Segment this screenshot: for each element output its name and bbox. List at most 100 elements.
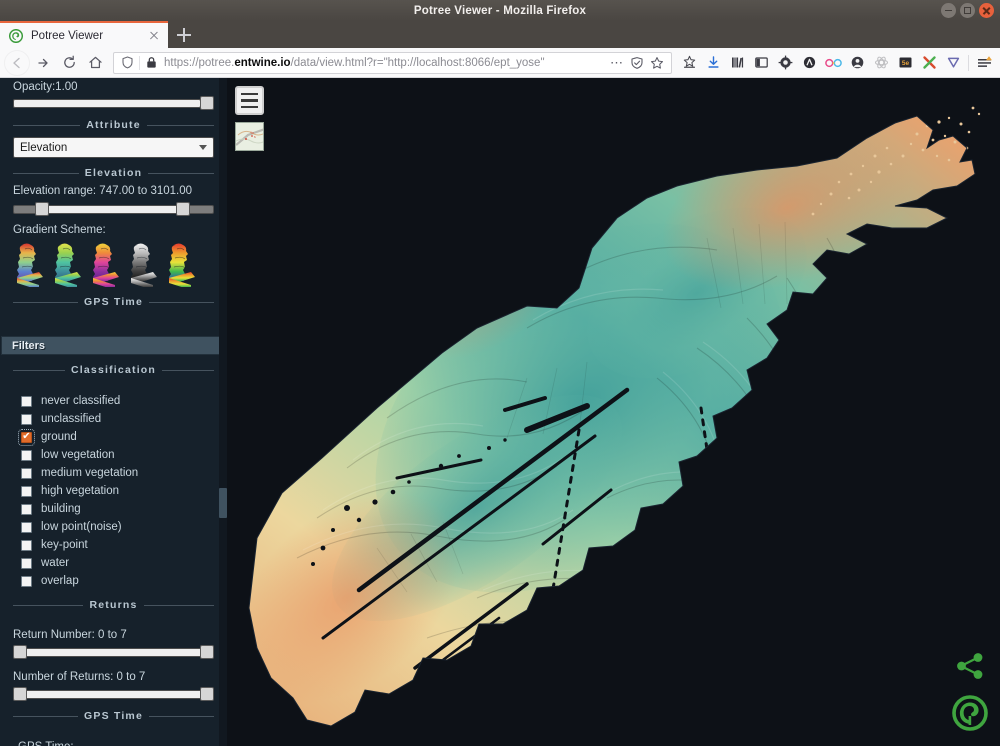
elevation-range-slider[interactable]	[13, 202, 214, 216]
number-of-returns-slider[interactable]	[13, 687, 214, 701]
new-tab-button[interactable]	[172, 24, 196, 46]
reader-view-icon[interactable]	[627, 56, 647, 70]
classification-legend-text: Classification	[70, 364, 157, 376]
classification-row-unclassified[interactable]: unclassified	[13, 410, 214, 428]
minimize-button[interactable]	[941, 3, 956, 18]
close-icon[interactable]	[146, 28, 162, 44]
extension-glasses-icon[interactable]	[821, 51, 845, 75]
potree-3d-viewport[interactable]: Yo s	[227, 78, 1000, 746]
classification-checkbox-3[interactable]	[21, 449, 32, 461]
classification-checkbox-2[interactable]	[18, 428, 35, 446]
classification-checkbox-7[interactable]	[21, 521, 32, 533]
elevation-point-cloud-render[interactable]	[227, 78, 1000, 746]
gradient-grayscale[interactable]	[127, 240, 159, 287]
classification-row-key-point[interactable]: key-point	[13, 536, 214, 554]
gradient-plasma[interactable]	[89, 240, 121, 287]
gps-time-section: GPS Time GPS Time: 2.000	[0, 710, 227, 746]
classification-checkbox-1[interactable]	[21, 413, 32, 425]
classification-checkbox-6[interactable]	[21, 503, 32, 515]
url-suffix: /data/view.html?r="http://localhost:8066…	[290, 56, 545, 69]
hamburger-menu-icon[interactable]	[972, 51, 996, 75]
classification-label-1: unclassified	[41, 413, 102, 425]
sidebar-icon[interactable]	[749, 51, 773, 75]
number-of-returns-knob-min[interactable]	[13, 687, 27, 701]
extension-gear-icon[interactable]	[773, 51, 797, 75]
classification-checkbox-10[interactable]	[21, 575, 32, 587]
elevation-slider-fill	[35, 205, 190, 214]
extension-circle-icon[interactable]	[797, 51, 821, 75]
library-icon[interactable]	[725, 51, 749, 75]
maximize-button[interactable]	[960, 3, 975, 18]
sidebar-toggle-button[interactable]	[235, 86, 264, 115]
lock-icon[interactable]	[143, 56, 159, 69]
classification-row-high-vegetation[interactable]: high vegetation	[13, 482, 214, 500]
pocket-icon[interactable]	[677, 51, 701, 75]
return-number-knob-max[interactable]	[200, 645, 214, 659]
potree-sidebar[interactable]: Opacity:1.00 Attribute Elevation Elevati…	[0, 78, 227, 746]
share-icon[interactable]	[955, 652, 985, 685]
downloads-icon[interactable]	[701, 51, 725, 75]
browser-tab-potree-viewer[interactable]: Potree Viewer	[0, 21, 168, 48]
back-button[interactable]	[4, 49, 30, 76]
opacity-slider-knob[interactable]	[200, 96, 214, 110]
account-icon[interactable]	[845, 51, 869, 75]
classification-row-low-point-noise-[interactable]: low point(noise)	[13, 518, 214, 536]
reload-button[interactable]	[56, 50, 82, 76]
url-bar[interactable]: https://potree.entwine.io/data/view.html…	[113, 51, 672, 74]
classification-legend: Classification	[13, 364, 215, 376]
sidebar-scrollbar-thumb[interactable]	[219, 488, 227, 518]
viewport-logos	[952, 652, 988, 736]
close-button[interactable]	[979, 3, 994, 18]
return-number-label: Return Number: 0 to 7	[13, 629, 127, 641]
classification-row-never-classified[interactable]: never classified	[13, 392, 214, 410]
classification-row-building[interactable]: building	[13, 500, 214, 518]
extension-x-icon[interactable]	[917, 51, 941, 75]
opacity-slider[interactable]	[13, 96, 214, 110]
return-number-slider[interactable]	[13, 645, 214, 659]
gps-time-legend-text: GPS Time	[84, 710, 144, 722]
extension-v-icon[interactable]	[941, 51, 965, 75]
extension-5e-icon[interactable]: 5e	[893, 51, 917, 75]
gradient-yellow-green[interactable]	[51, 240, 83, 287]
elevation-legend-text: Elevation	[84, 167, 143, 179]
classification-row-ground[interactable]: ground	[13, 428, 214, 446]
sidebar-scrollbar[interactable]	[219, 78, 227, 746]
classification-checkbox-9[interactable]	[21, 557, 32, 569]
page-actions-icon[interactable]: ⋯	[607, 55, 627, 71]
classification-checkbox-0[interactable]	[21, 395, 32, 407]
potree-logo[interactable]	[952, 695, 988, 736]
classification-row-overlap[interactable]: overlap	[13, 572, 214, 590]
bookmark-star-icon[interactable]	[647, 56, 667, 70]
url-text[interactable]: https://potree.entwine.io/data/view.html…	[164, 57, 607, 69]
gps-time-label: GPS Time:	[13, 741, 214, 746]
forward-button[interactable]	[30, 50, 56, 76]
gps-time-legend-top-text: GPS Time	[84, 296, 144, 308]
attribute-select[interactable]: Elevation	[13, 137, 214, 158]
classification-row-water[interactable]: water	[13, 554, 214, 572]
elevation-slider-knob-max[interactable]	[176, 202, 190, 216]
classification-checkbox-5[interactable]	[21, 485, 32, 497]
tab-strip: Potree Viewer	[0, 21, 1000, 48]
elevation-section: Elevation Elevation range: 747.00 to 310…	[0, 167, 227, 287]
map-thumbnail[interactable]: Yo s	[235, 122, 264, 151]
number-of-returns-knob-max[interactable]	[200, 687, 214, 701]
classification-row-low-vegetation[interactable]: low vegetation	[13, 446, 214, 464]
extension-faded-icon[interactable]	[869, 51, 893, 75]
toolbar-divider	[968, 54, 969, 71]
gradient-spectral[interactable]	[13, 240, 45, 287]
home-button[interactable]	[82, 50, 108, 76]
return-number-knob-min[interactable]	[13, 645, 27, 659]
elevation-slider-knob-min[interactable]	[35, 202, 49, 216]
gps-time-legend-top: GPS Time	[0, 296, 227, 308]
attribute-legend-text: Attribute	[86, 119, 141, 131]
gradient-rainbow[interactable]	[165, 240, 197, 287]
filters-accordion-header[interactable]: Filters	[1, 336, 226, 355]
extension-toolbar: 5e	[677, 51, 996, 75]
shield-icon[interactable]	[118, 56, 136, 69]
classification-checkbox-4[interactable]	[21, 467, 32, 479]
url-domain: entwine.io	[234, 56, 291, 69]
classification-checkbox-8[interactable]	[21, 539, 32, 551]
classification-row-medium-vegetation[interactable]: medium vegetation	[13, 464, 214, 482]
classification-label-2: ground	[41, 431, 77, 443]
url-divider	[139, 55, 140, 70]
